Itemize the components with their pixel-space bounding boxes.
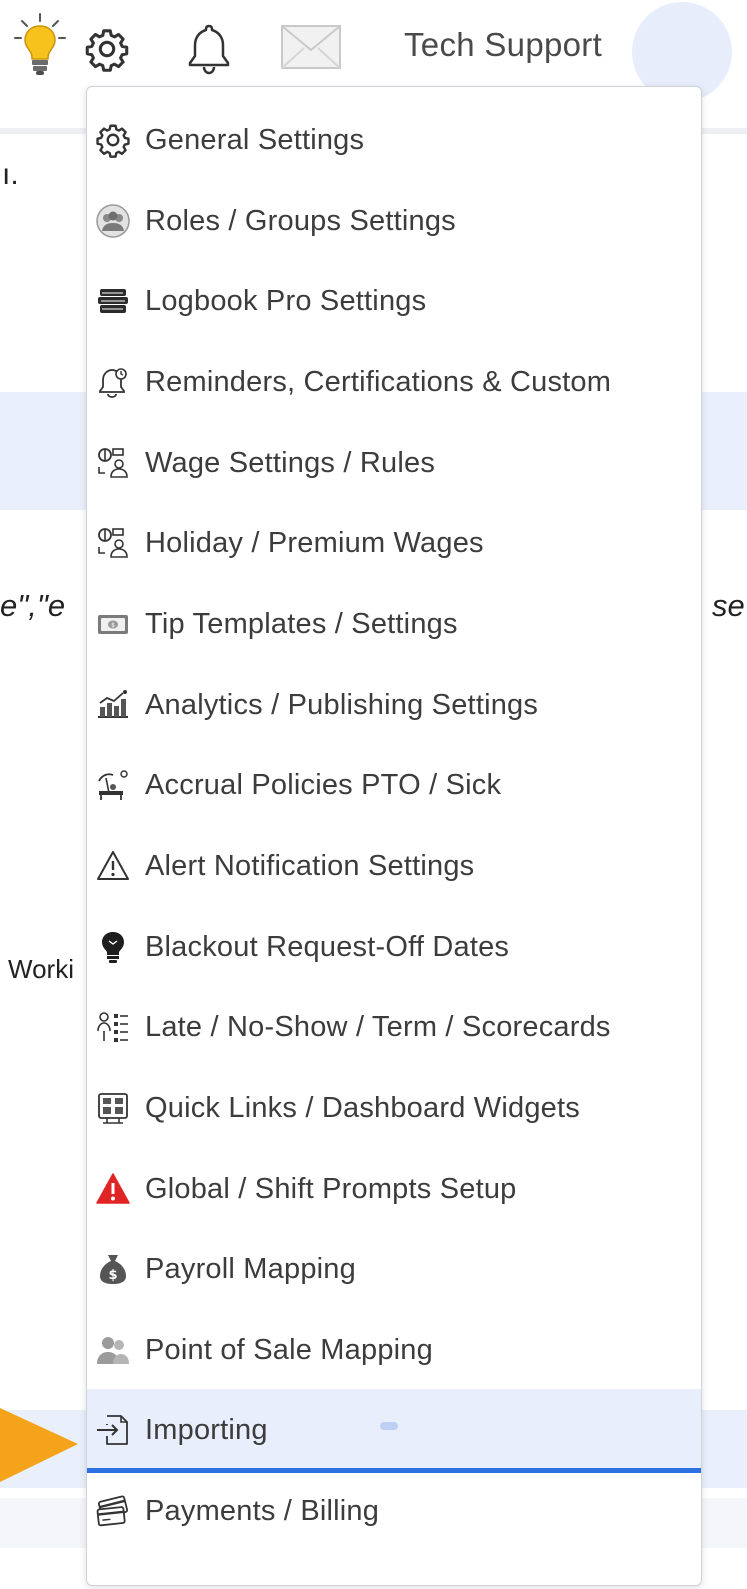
warning-red-icon [95,1171,131,1207]
scorecard-icon [95,1009,131,1045]
background-text: se [712,588,745,623]
menu-item-label: Payroll Mapping [145,1252,356,1285]
user-name[interactable]: Tech Support [404,26,602,64]
background-text: ı. [2,158,19,191]
money-bag-icon: $ [95,1251,131,1287]
gear-icon [95,122,131,158]
menu-item-importing[interactable]: Importing [87,1389,701,1473]
menu-item-label: Alert Notification Settings [145,849,475,882]
menu-item-wage-settings-rules[interactable]: Wage Settings / Rules [87,422,701,504]
menu-item-alert-notification-settings[interactable]: Alert Notification Settings [87,825,701,907]
pointer-arrow-icon [0,1408,78,1482]
analytics-icon [95,687,131,723]
menu-item-reminders-certifications-custom[interactable]: Reminders, Certifications & Custom [87,341,701,423]
accrual-icon [95,767,131,803]
menu-item-logbook-pro-settings[interactable]: Logbook Pro Settings [87,260,701,342]
menu-item-payroll-mapping[interactable]: $ Payroll Mapping [87,1228,701,1310]
bell-icon[interactable] [184,22,234,76]
menu-item-label: Late / No-Show / Term / Scorecards [145,1010,611,1043]
menu-item-label: Importing [145,1413,268,1446]
menu-item-point-of-sale-mapping[interactable]: Point of Sale Mapping [87,1309,701,1391]
menu-item-label: Roles / Groups Settings [145,204,456,237]
groups-icon [95,203,131,239]
menu-item-label: Global / Shift Prompts Setup [145,1172,517,1205]
logbook-icon [95,283,131,319]
tip-money-icon: $ [95,606,131,642]
blackout-bulb-icon [95,929,131,965]
menu-item-analytics-publishing-settings[interactable]: Analytics / Publishing Settings [87,664,701,746]
menu-item-label: General Settings [145,123,365,156]
menu-item-label: Reminders, Certifications & Custom [145,365,612,398]
background-text: e","e [0,588,66,623]
menu-item-global-shift-prompts-setup[interactable]: Global / Shift Prompts Setup [87,1148,701,1230]
menu-item-late-noshow-term-scorecards[interactable]: Late / No-Show / Term / Scorecards [87,986,701,1068]
menu-item-label: Holiday / Premium Wages [145,526,484,559]
wage-icon [95,445,131,481]
menu-item-holiday-premium-wages[interactable]: Holiday / Premium Wages [87,502,701,584]
menu-item-quick-links-dashboard-widgets[interactable]: Quick Links / Dashboard Widgets [87,1067,701,1149]
top-bar: Tech Support [0,0,747,102]
people-icon [95,1332,131,1368]
menu-item-payments-billing[interactable]: Payments / Billing [87,1470,701,1552]
menu-item-label: Analytics / Publishing Settings [145,688,539,721]
menu-item-label: Tip Templates / Settings [145,607,458,640]
mail-icon[interactable] [280,24,342,70]
alert-triangle-icon [95,848,131,884]
svg-text:$: $ [111,622,115,629]
menu-item-label: Wage Settings / Rules [145,446,436,479]
holiday-wage-icon [95,525,131,561]
gear-icon[interactable] [84,26,130,72]
menu-item-accrual-policies[interactable]: Accrual Policies PTO / Sick [87,744,701,826]
menu-item-label: Quick Links / Dashboard Widgets [145,1091,580,1124]
background-text: Worki [8,954,74,984]
import-icon [95,1412,131,1448]
menu-item-blackout-request-off-dates[interactable]: Blackout Request-Off Dates [87,906,701,988]
credit-cards-icon [95,1493,131,1529]
lightbulb-icon[interactable] [12,12,68,76]
menu-item-label: Accrual Policies PTO / Sick [145,768,502,801]
svg-text:$: $ [108,1268,117,1283]
menu-item-label: Point of Sale Mapping [145,1333,433,1366]
menu-item-general-settings[interactable]: General Settings [87,99,701,181]
menu-item-label: Blackout Request-Off Dates [145,930,510,963]
cursor-indicator [380,1422,398,1430]
menu-item-label: Payments / Billing [145,1494,380,1527]
menu-item-label: Logbook Pro Settings [145,284,427,317]
menu-item-tip-templates-settings[interactable]: $ Tip Templates / Settings [87,583,701,665]
reminder-bell-icon [95,364,131,400]
settings-dropdown-menu: General Settings Roles / Groups Settings… [86,86,702,1586]
dashboard-widgets-icon [95,1090,131,1126]
menu-item-roles-groups-settings[interactable]: Roles / Groups Settings [87,180,701,262]
